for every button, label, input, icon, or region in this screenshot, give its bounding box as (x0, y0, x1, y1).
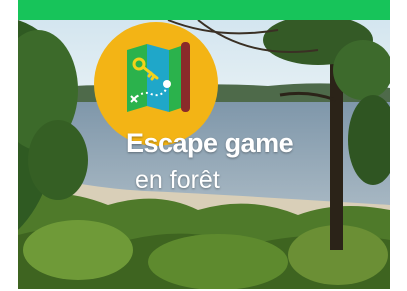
title-en-foret: en forêt (135, 166, 220, 194)
title-escape-game: Escape game (126, 128, 294, 158)
treasure-map-icon (121, 40, 195, 118)
escape-game-banner: Escape game en forêt (18, 0, 390, 289)
top-green-bar (18, 0, 390, 20)
